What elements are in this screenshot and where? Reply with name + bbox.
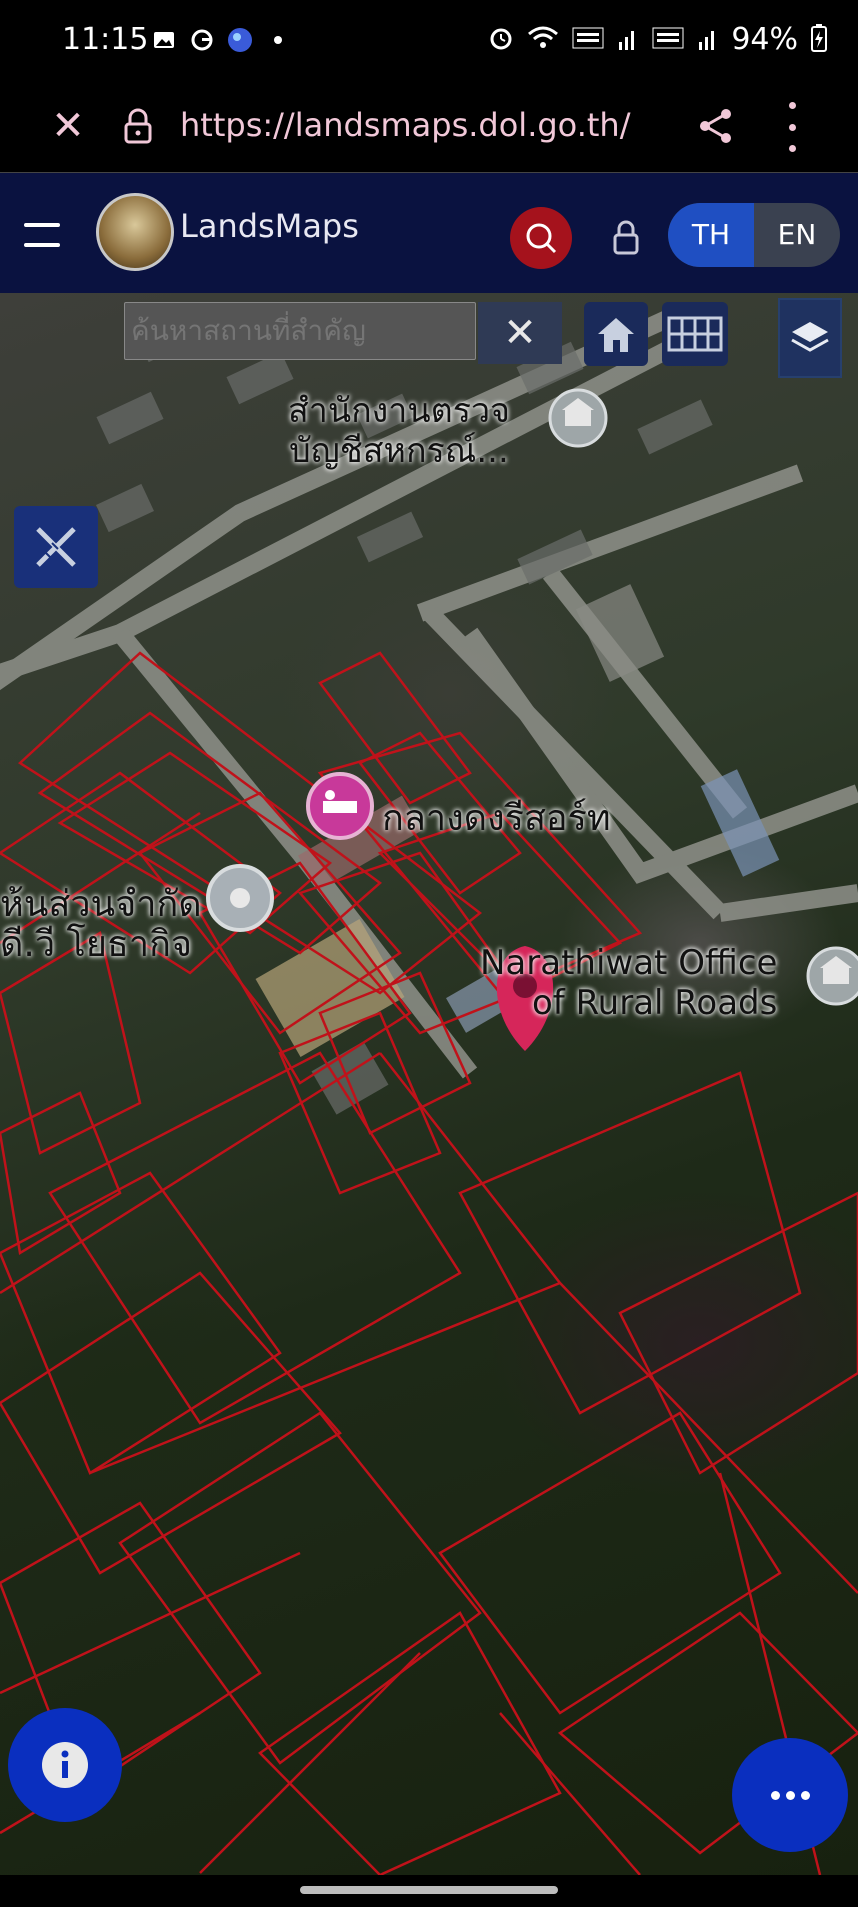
clear-search-button[interactable]: ✕	[478, 302, 562, 364]
ruler-pencil-icon	[36, 527, 76, 567]
url-text[interactable]: https://landsmaps.dol.go.th/	[180, 106, 630, 144]
status-time: 11:15	[62, 22, 149, 57]
map-canvas[interactable]: สำนักงานตรวจ บัญชีสหกรณ์... กลางดงรีสอร์…	[0, 293, 858, 1875]
place-marker[interactable]	[206, 864, 274, 932]
home-icon	[598, 318, 634, 352]
layers-icon	[791, 322, 829, 352]
map-label-resort: กลางดงรีสอร์ท	[382, 798, 611, 839]
battery-percent: 94%	[731, 22, 798, 57]
grid-icon	[667, 316, 723, 352]
more-options-button[interactable]	[732, 1738, 848, 1852]
image-icon	[150, 26, 178, 54]
app-header: LandsMaps TH EN	[0, 173, 858, 293]
status-bar: 11:15 94%	[0, 0, 858, 86]
battery-charging-icon	[810, 23, 828, 57]
layers-button[interactable]	[778, 298, 842, 378]
lang-en-button[interactable]: EN	[754, 203, 840, 267]
app-icon	[226, 26, 254, 54]
info-icon	[42, 1742, 88, 1788]
map-label-company: ห้นส่วนจำกัด ดี.วี โยธากิจ	[0, 884, 202, 965]
search-icon	[526, 223, 557, 254]
close-icon[interactable]: ✕	[46, 104, 90, 148]
resort-marker[interactable]	[306, 772, 374, 840]
home-button[interactable]	[584, 302, 648, 366]
dot-icon	[264, 26, 292, 54]
system-nav-bar	[0, 1876, 858, 1907]
volte-lte2-icon	[651, 24, 685, 56]
map-label-office-audit: สำนักงานตรวจ บัญชีสหกรณ์...	[288, 391, 510, 471]
status-left-icons	[150, 26, 292, 54]
map-label-rural-roads-line1: Narathiwat Office	[480, 943, 778, 983]
alarm-icon	[487, 24, 515, 56]
department-logo	[96, 193, 174, 271]
government-office-marker-2[interactable]	[806, 946, 858, 1006]
wifi-icon	[527, 24, 559, 56]
google-icon	[188, 26, 216, 54]
status-right: 94%	[487, 22, 828, 57]
browser-url-bar: ✕ https://landsmaps.dol.go.th/	[0, 86, 858, 173]
home-gesture-pill[interactable]	[300, 1886, 558, 1894]
parcel-grid-button[interactable]	[662, 302, 728, 366]
place-search-input[interactable]	[124, 302, 476, 360]
brand-title: LandsMaps	[180, 207, 359, 245]
map-overlay	[0, 304, 858, 1875]
volte-lte1-icon	[571, 24, 605, 56]
info-button[interactable]	[8, 1708, 122, 1822]
menu-icon[interactable]	[24, 217, 60, 253]
share-icon[interactable]	[696, 106, 736, 146]
lock-icon[interactable]	[120, 106, 156, 146]
government-office-marker-1[interactable]	[548, 388, 608, 448]
signal-icon	[697, 24, 719, 56]
search-button[interactable]	[510, 207, 572, 269]
lang-th-button[interactable]: TH	[668, 203, 754, 267]
map-label-rural-roads-line2: of Rural Roads	[532, 983, 778, 1023]
login-lock-icon[interactable]	[608, 215, 644, 259]
measure-tool-button[interactable]	[14, 506, 98, 588]
language-toggle: TH EN	[668, 203, 840, 267]
more-vert-icon[interactable]	[782, 102, 802, 152]
signal-icon	[617, 24, 639, 56]
